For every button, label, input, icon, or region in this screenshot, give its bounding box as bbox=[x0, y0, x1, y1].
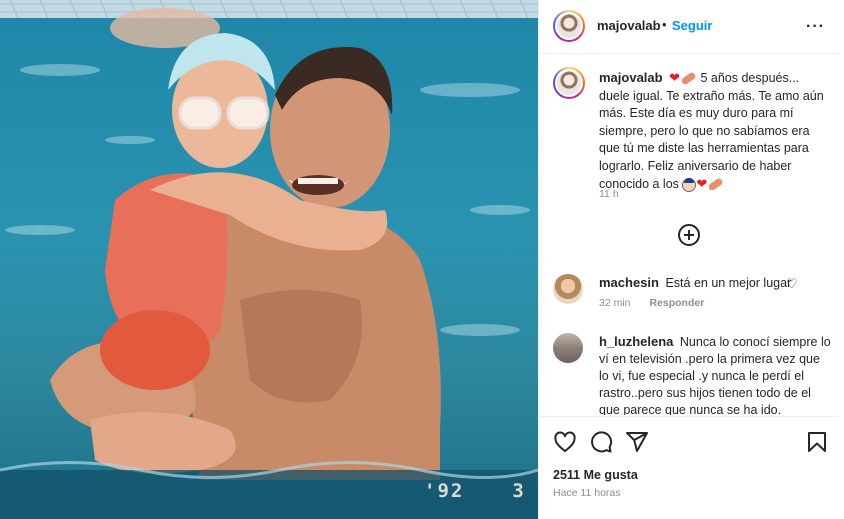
post-caption: majovalab ❤ 5 años después... duele igua… bbox=[599, 69, 831, 194]
comments-scroll-area[interactable]: majovalab ❤ 5 años después... duele igua… bbox=[539, 55, 839, 415]
post-timestamp[interactable]: Hace 11 horas bbox=[553, 487, 621, 499]
hotdog-emoji-icon bbox=[680, 71, 697, 86]
comment-username[interactable]: machesin bbox=[599, 275, 659, 290]
stamp-number: 3 bbox=[512, 480, 526, 502]
caption-timestamp[interactable]: 11 h bbox=[599, 188, 619, 200]
reply-button[interactable]: Responder bbox=[649, 297, 704, 309]
photo-illustration bbox=[0, 0, 538, 519]
follow-button[interactable]: Seguir bbox=[672, 18, 712, 33]
comment-text: h_luzhelena Nunca lo conocí siempre lo v… bbox=[599, 333, 831, 415]
heart-emoji-icon: ❤ bbox=[669, 70, 680, 85]
avatar[interactable] bbox=[553, 10, 585, 42]
comment-body: Está en un mejor lugar bbox=[665, 276, 792, 290]
post-side-panel: majovalab • Seguir ··· majovalab ❤ 5 año… bbox=[538, 0, 844, 519]
more-icon[interactable]: ··· bbox=[806, 18, 825, 36]
caption-text: 5 años después... duele igual. Te extrañ… bbox=[599, 71, 824, 191]
post-header: majovalab • Seguir ··· bbox=[539, 0, 839, 54]
bookmark-icon[interactable] bbox=[805, 430, 829, 454]
commenter-avatar[interactable] bbox=[553, 274, 583, 304]
likes-count[interactable]: 2511 Me gusta bbox=[553, 468, 638, 482]
comment-icon[interactable] bbox=[589, 430, 613, 454]
heart-icon[interactable] bbox=[553, 430, 577, 454]
comment-like-icon[interactable]: ♡ bbox=[786, 276, 798, 292]
comment-meta: 32 min Responder bbox=[599, 297, 720, 309]
caption-avatar[interactable] bbox=[553, 67, 585, 99]
caption-username[interactable]: majovalab bbox=[599, 70, 663, 85]
stamp-year: '92 bbox=[424, 480, 465, 502]
plus-circle-icon[interactable] bbox=[678, 224, 700, 246]
comment-time[interactable]: 32 min bbox=[599, 297, 631, 309]
separator-dot: • bbox=[662, 17, 667, 32]
header-username[interactable]: majovalab bbox=[597, 18, 661, 33]
face-emoji-icon bbox=[682, 177, 697, 192]
post-actions: 2511 Me gusta Hace 11 horas bbox=[539, 416, 839, 519]
heart-emoji-icon: ❤ bbox=[696, 176, 708, 191]
post-photo[interactable]: '92 3 bbox=[0, 0, 538, 519]
photo-date-stamp: '92 3 bbox=[424, 480, 526, 502]
commenter-avatar[interactable] bbox=[553, 333, 583, 363]
share-icon[interactable] bbox=[625, 430, 649, 454]
comment-username[interactable]: h_luzhelena bbox=[599, 334, 673, 349]
hotdog-emoji-icon bbox=[707, 177, 724, 192]
